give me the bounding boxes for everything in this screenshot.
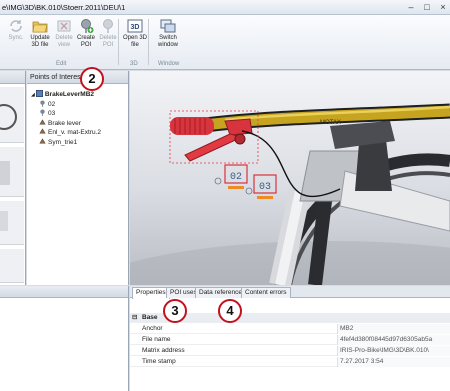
poi-tree-item[interactable]: Brake lever [39, 118, 81, 128]
3d-file-icon: 3D [127, 19, 143, 33]
close-button[interactable]: × [437, 1, 449, 13]
property-row[interactable]: File name 4fef4d380f08445d97d6305ab5a [130, 335, 450, 345]
bottom-left-header [0, 286, 128, 298]
poi-tree-item[interactable]: 03 [39, 109, 55, 118]
tab-content-errors[interactable]: Content errors [241, 287, 291, 298]
assembly-icon [35, 90, 45, 98]
property-key: File name [142, 336, 171, 343]
ribbon-group-edit: Edit [56, 61, 67, 67]
properties-tab-bar: Properties POI uses Data references Cont… [130, 286, 450, 299]
property-value: IRIS-Pro-Bike\IMG\3D\BK.010\ [337, 346, 450, 356]
ribbon-toolbar: Sync. Update 3D file Delete view Create … [0, 15, 450, 70]
thumbnail-image [0, 211, 8, 231]
update-3d-file-button[interactable]: Update 3D file [27, 17, 53, 59]
thumbnail-item[interactable] [0, 147, 24, 197]
thumbnail-item[interactable] [0, 87, 24, 143]
open-3d-file-button[interactable]: 3D Open 3D file [122, 17, 148, 59]
property-key: Anchor [142, 325, 163, 332]
part-icon [39, 118, 48, 127]
ribbon-separator [148, 19, 149, 65]
ribbon-group-3d: 3D [130, 61, 138, 67]
callout-3: 3 [163, 299, 187, 323]
poi-icon [39, 99, 48, 108]
callout-4: 4 [218, 299, 242, 323]
expand-icon[interactable]: ◢ [31, 92, 35, 98]
poi-icon [39, 109, 48, 117]
poi-tree-item-label: Enl_v. mat-Extru.2 [48, 129, 101, 136]
collapse-icon[interactable]: ⊟ [132, 313, 137, 323]
delete-poi-icon [103, 19, 113, 33]
thumbnail-strip [0, 71, 26, 285]
window-title: e\IMG\3D\BK.010\Stoerr.2011\DEU\1 [2, 3, 126, 12]
title-bar: e\IMG\3D\BK.010\Stoerr.2011\DEU\1 – □ × [0, 0, 450, 15]
poi-tree-item[interactable]: ◢ BrakeLeverMB2 [31, 90, 94, 99]
callout-2: 2 [80, 67, 104, 91]
switch-window-button[interactable]: Switch window [153, 17, 183, 59]
sync-button[interactable]: Sync. [3, 17, 29, 59]
bike-3d-model: MOTAX 02 03 [130, 103, 450, 285]
poi-tree-item-label: Brake lever [48, 119, 81, 127]
part-icon [39, 128, 48, 136]
poi-tree-item-label: 03 [48, 110, 56, 117]
minimize-button[interactable]: – [405, 1, 417, 13]
open-3d-file-label: Open 3D file [122, 35, 147, 48]
sync-label: Sync. [8, 35, 24, 41]
property-key: Time stamp [142, 358, 176, 365]
switch-window-icon [160, 19, 176, 33]
thumbnail-image [0, 161, 10, 185]
folder-open-icon [32, 21, 48, 33]
poi-marker-02-label: 02 [230, 172, 242, 183]
thumbnail-image [0, 104, 17, 130]
thumbnail-item[interactable] [0, 249, 24, 283]
property-row[interactable]: Matrix address IRIS-Pro-Bike\IMG\3D\BK.0… [130, 346, 450, 356]
poi-tree-item[interactable]: Sym_trie1 [39, 137, 78, 147]
property-value: MB2 [337, 324, 450, 334]
poi-panel: Points of Interest ◢ BrakeLeverMB2 02 03 Bra… [27, 71, 129, 285]
poi-tree-item[interactable]: Enl_v. mat-Extru.2 [39, 128, 101, 137]
svg-text:3D: 3D [131, 24, 140, 31]
thumbnail-header [0, 71, 25, 84]
bottom-left-panel [0, 286, 129, 391]
create-poi-icon [81, 19, 94, 33]
ribbon-separator [118, 19, 119, 65]
property-value: 7.27.2017 3:54 [337, 357, 450, 367]
tab-properties[interactable]: Properties [132, 287, 170, 299]
3d-viewport[interactable]: MOTAX 02 03 [130, 71, 450, 285]
handlebar-brand-text: MOTAX [320, 120, 341, 126]
thumbnail-item[interactable] [0, 201, 24, 245]
ribbon-group-window: Window [158, 61, 180, 67]
sync-icon [10, 20, 22, 32]
property-row[interactable]: Anchor MB2 [130, 324, 450, 334]
poi-tree-item-label: Sym_trie1 [48, 138, 78, 146]
poi-tree-item-label: BrakeLeverMB2 [44, 91, 94, 98]
property-value: 4fef4d380f08445d97d6305ab5a [337, 335, 450, 345]
update-3d-file-label: Update 3D file [30, 35, 50, 48]
part-icon [39, 137, 48, 146]
poi-tree-item-label: 02 [48, 100, 56, 108]
poi-marker-03-label: 03 [259, 182, 271, 193]
property-category-label: Base [142, 314, 158, 321]
poi-tree-item[interactable]: 02 [39, 99, 56, 109]
property-row[interactable]: Time stamp 7.27.2017 3:54 [130, 357, 450, 367]
property-key: Matrix address [142, 347, 185, 354]
delete-view-icon [57, 20, 71, 32]
maximize-button[interactable]: □ [421, 1, 433, 13]
switch-window-label: Switch window [157, 35, 178, 48]
poi-panel-title: Points of Interest [27, 71, 128, 84]
